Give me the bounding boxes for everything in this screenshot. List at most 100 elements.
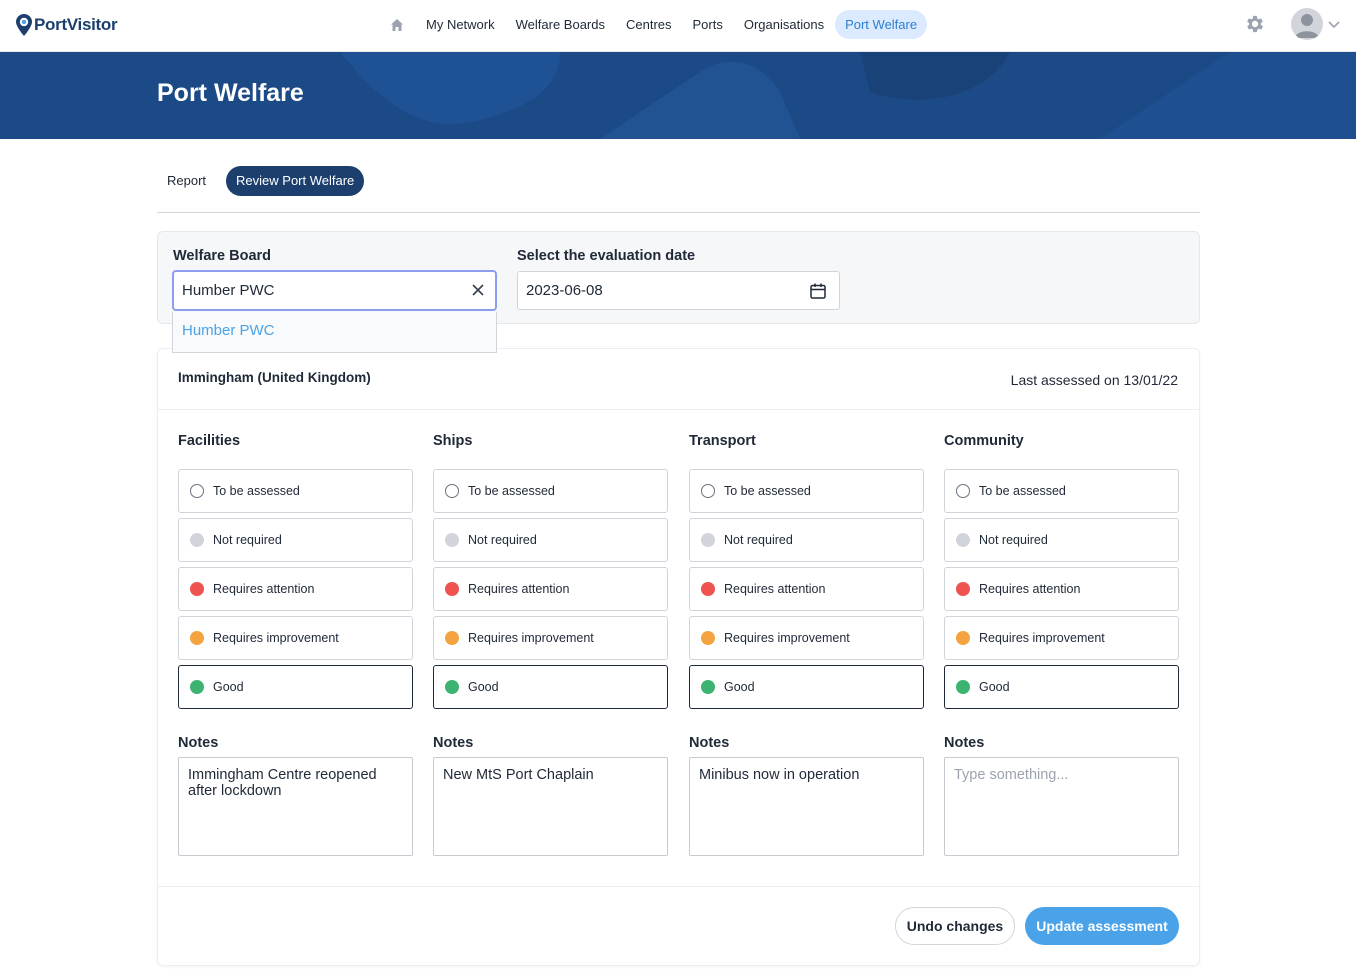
nav-my-network[interactable]: My Network xyxy=(416,10,505,39)
welfare-board-value: Humber PWC xyxy=(182,282,275,299)
option-not-required[interactable]: Not required xyxy=(944,518,1179,562)
option-label: Requires improvement xyxy=(468,631,594,645)
option-requires-improvement[interactable]: Requires improvement xyxy=(689,616,924,660)
option-label: Not required xyxy=(468,533,537,547)
option-requires-attention[interactable]: Requires attention xyxy=(178,567,413,611)
option-label: To be assessed xyxy=(979,484,1066,498)
option-label: Good xyxy=(213,680,244,694)
option-label: To be assessed xyxy=(213,484,300,498)
status-dot xyxy=(190,533,204,547)
option-requires-attention[interactable]: Requires attention xyxy=(433,567,668,611)
category-title: Facilities xyxy=(178,433,241,449)
card-header-divider xyxy=(158,409,1199,410)
notes-textarea[interactable]: New MtS Port Chaplain xyxy=(433,757,668,856)
category-title: Ships xyxy=(433,433,473,449)
notes-textarea[interactable]: Type something... xyxy=(944,757,1179,856)
tab-bar: Report Review Port Welfare xyxy=(157,166,365,196)
update-assessment-button[interactable]: Update assessment xyxy=(1025,907,1179,945)
nav-welfare-boards[interactable]: Welfare Boards xyxy=(506,10,615,39)
page-title: Port Welfare xyxy=(157,79,304,107)
category-title: Community xyxy=(944,433,1024,449)
status-dot xyxy=(445,631,459,645)
category-title: Transport xyxy=(689,433,756,449)
option-label: Not required xyxy=(213,533,282,547)
dropdown-option[interactable]: Humber PWC xyxy=(182,322,275,339)
evaluation-date-input[interactable]: 2023-06-08 xyxy=(517,271,840,310)
chevron-down-icon[interactable] xyxy=(1327,17,1341,31)
brand-logo[interactable]: PortVisitor xyxy=(16,13,118,37)
category-community: Community To be assessed Not required Re… xyxy=(944,433,1179,856)
status-dot xyxy=(956,533,970,547)
status-dot xyxy=(445,582,459,596)
nav-organisations[interactable]: Organisations xyxy=(734,10,834,39)
status-dot xyxy=(190,582,204,596)
option-label: Requires improvement xyxy=(213,631,339,645)
welfare-board-input[interactable]: Humber PWC xyxy=(172,270,497,311)
option-to-be-assessed[interactable]: To be assessed xyxy=(433,469,668,513)
avatar[interactable] xyxy=(1291,8,1323,40)
port-name: Immingham (United Kingdom) xyxy=(178,370,371,385)
option-good[interactable]: Good xyxy=(178,665,413,709)
brand-name: PortVisitor xyxy=(34,15,118,34)
welfare-board-dropdown: Humber PWC xyxy=(172,312,497,353)
nav-port-welfare[interactable]: Port Welfare xyxy=(835,10,928,39)
option-label: To be assessed xyxy=(724,484,811,498)
status-dot xyxy=(445,533,459,547)
notes-label: Notes xyxy=(433,735,474,751)
undo-changes-button[interactable]: Undo changes xyxy=(895,907,1015,945)
evaluation-date-value: 2023-06-08 xyxy=(526,282,603,299)
tab-report[interactable]: Report xyxy=(157,166,216,196)
user-icon xyxy=(1295,14,1319,38)
main-nav: My Network Welfare Boards Centres Ports … xyxy=(380,10,928,39)
option-to-be-assessed[interactable]: To be assessed xyxy=(689,469,924,513)
option-good[interactable]: Good xyxy=(433,665,668,709)
option-requires-attention[interactable]: Requires attention xyxy=(689,567,924,611)
option-requires-improvement[interactable]: Requires improvement xyxy=(944,616,1179,660)
notes-label: Notes xyxy=(689,735,730,751)
status-dot xyxy=(445,484,459,498)
nav-centres[interactable]: Centres xyxy=(616,10,682,39)
option-label: Good xyxy=(979,680,1010,694)
option-not-required[interactable]: Not required xyxy=(689,518,924,562)
nav-ports[interactable]: Ports xyxy=(683,10,733,39)
home-icon[interactable] xyxy=(380,10,414,39)
option-not-required[interactable]: Not required xyxy=(433,518,668,562)
option-label: Requires attention xyxy=(468,582,570,596)
category-ships: Ships To be assessed Not required Requir… xyxy=(433,433,668,856)
last-assessed-text: Last assessed on 13/01/22 xyxy=(1010,372,1178,388)
option-label: Requires attention xyxy=(213,582,315,596)
status-dot xyxy=(956,680,970,694)
evaluation-date-label: Select the evaluation date xyxy=(517,248,696,264)
status-dot xyxy=(190,680,204,694)
notes-textarea[interactable]: Minibus now in operation xyxy=(689,757,924,856)
option-label: To be assessed xyxy=(468,484,555,498)
top-navbar: PortVisitor My Network Welfare Boards Ce… xyxy=(0,0,1356,52)
option-to-be-assessed[interactable]: To be assessed xyxy=(178,469,413,513)
notes-label: Notes xyxy=(944,735,985,751)
category-facilities: Facilities To be assessed Not required R… xyxy=(178,433,413,856)
card-footer-divider xyxy=(158,886,1199,887)
option-label: Not required xyxy=(724,533,793,547)
option-good[interactable]: Good xyxy=(689,665,924,709)
map-pin-icon xyxy=(16,14,32,36)
page-banner: Port Welfare xyxy=(0,52,1356,139)
option-requires-attention[interactable]: Requires attention xyxy=(944,567,1179,611)
option-to-be-assessed[interactable]: To be assessed xyxy=(944,469,1179,513)
status-dot xyxy=(190,484,204,498)
status-dot xyxy=(701,680,715,694)
status-dot xyxy=(701,533,715,547)
calendar-icon[interactable] xyxy=(809,282,827,300)
option-requires-improvement[interactable]: Requires improvement xyxy=(433,616,668,660)
gear-icon[interactable] xyxy=(1244,13,1266,35)
close-icon[interactable] xyxy=(471,283,485,297)
category-transport: Transport To be assessed Not required Re… xyxy=(689,433,924,856)
option-label: Requires improvement xyxy=(724,631,850,645)
status-dot xyxy=(956,484,970,498)
option-label: Requires attention xyxy=(979,582,1081,596)
option-requires-improvement[interactable]: Requires improvement xyxy=(178,616,413,660)
option-not-required[interactable]: Not required xyxy=(178,518,413,562)
notes-textarea[interactable]: Immingham Centre reopened after lockdown xyxy=(178,757,413,856)
option-good[interactable]: Good xyxy=(944,665,1179,709)
tab-review-port-welfare[interactable]: Review Port Welfare xyxy=(226,166,365,196)
status-dot xyxy=(701,484,715,498)
